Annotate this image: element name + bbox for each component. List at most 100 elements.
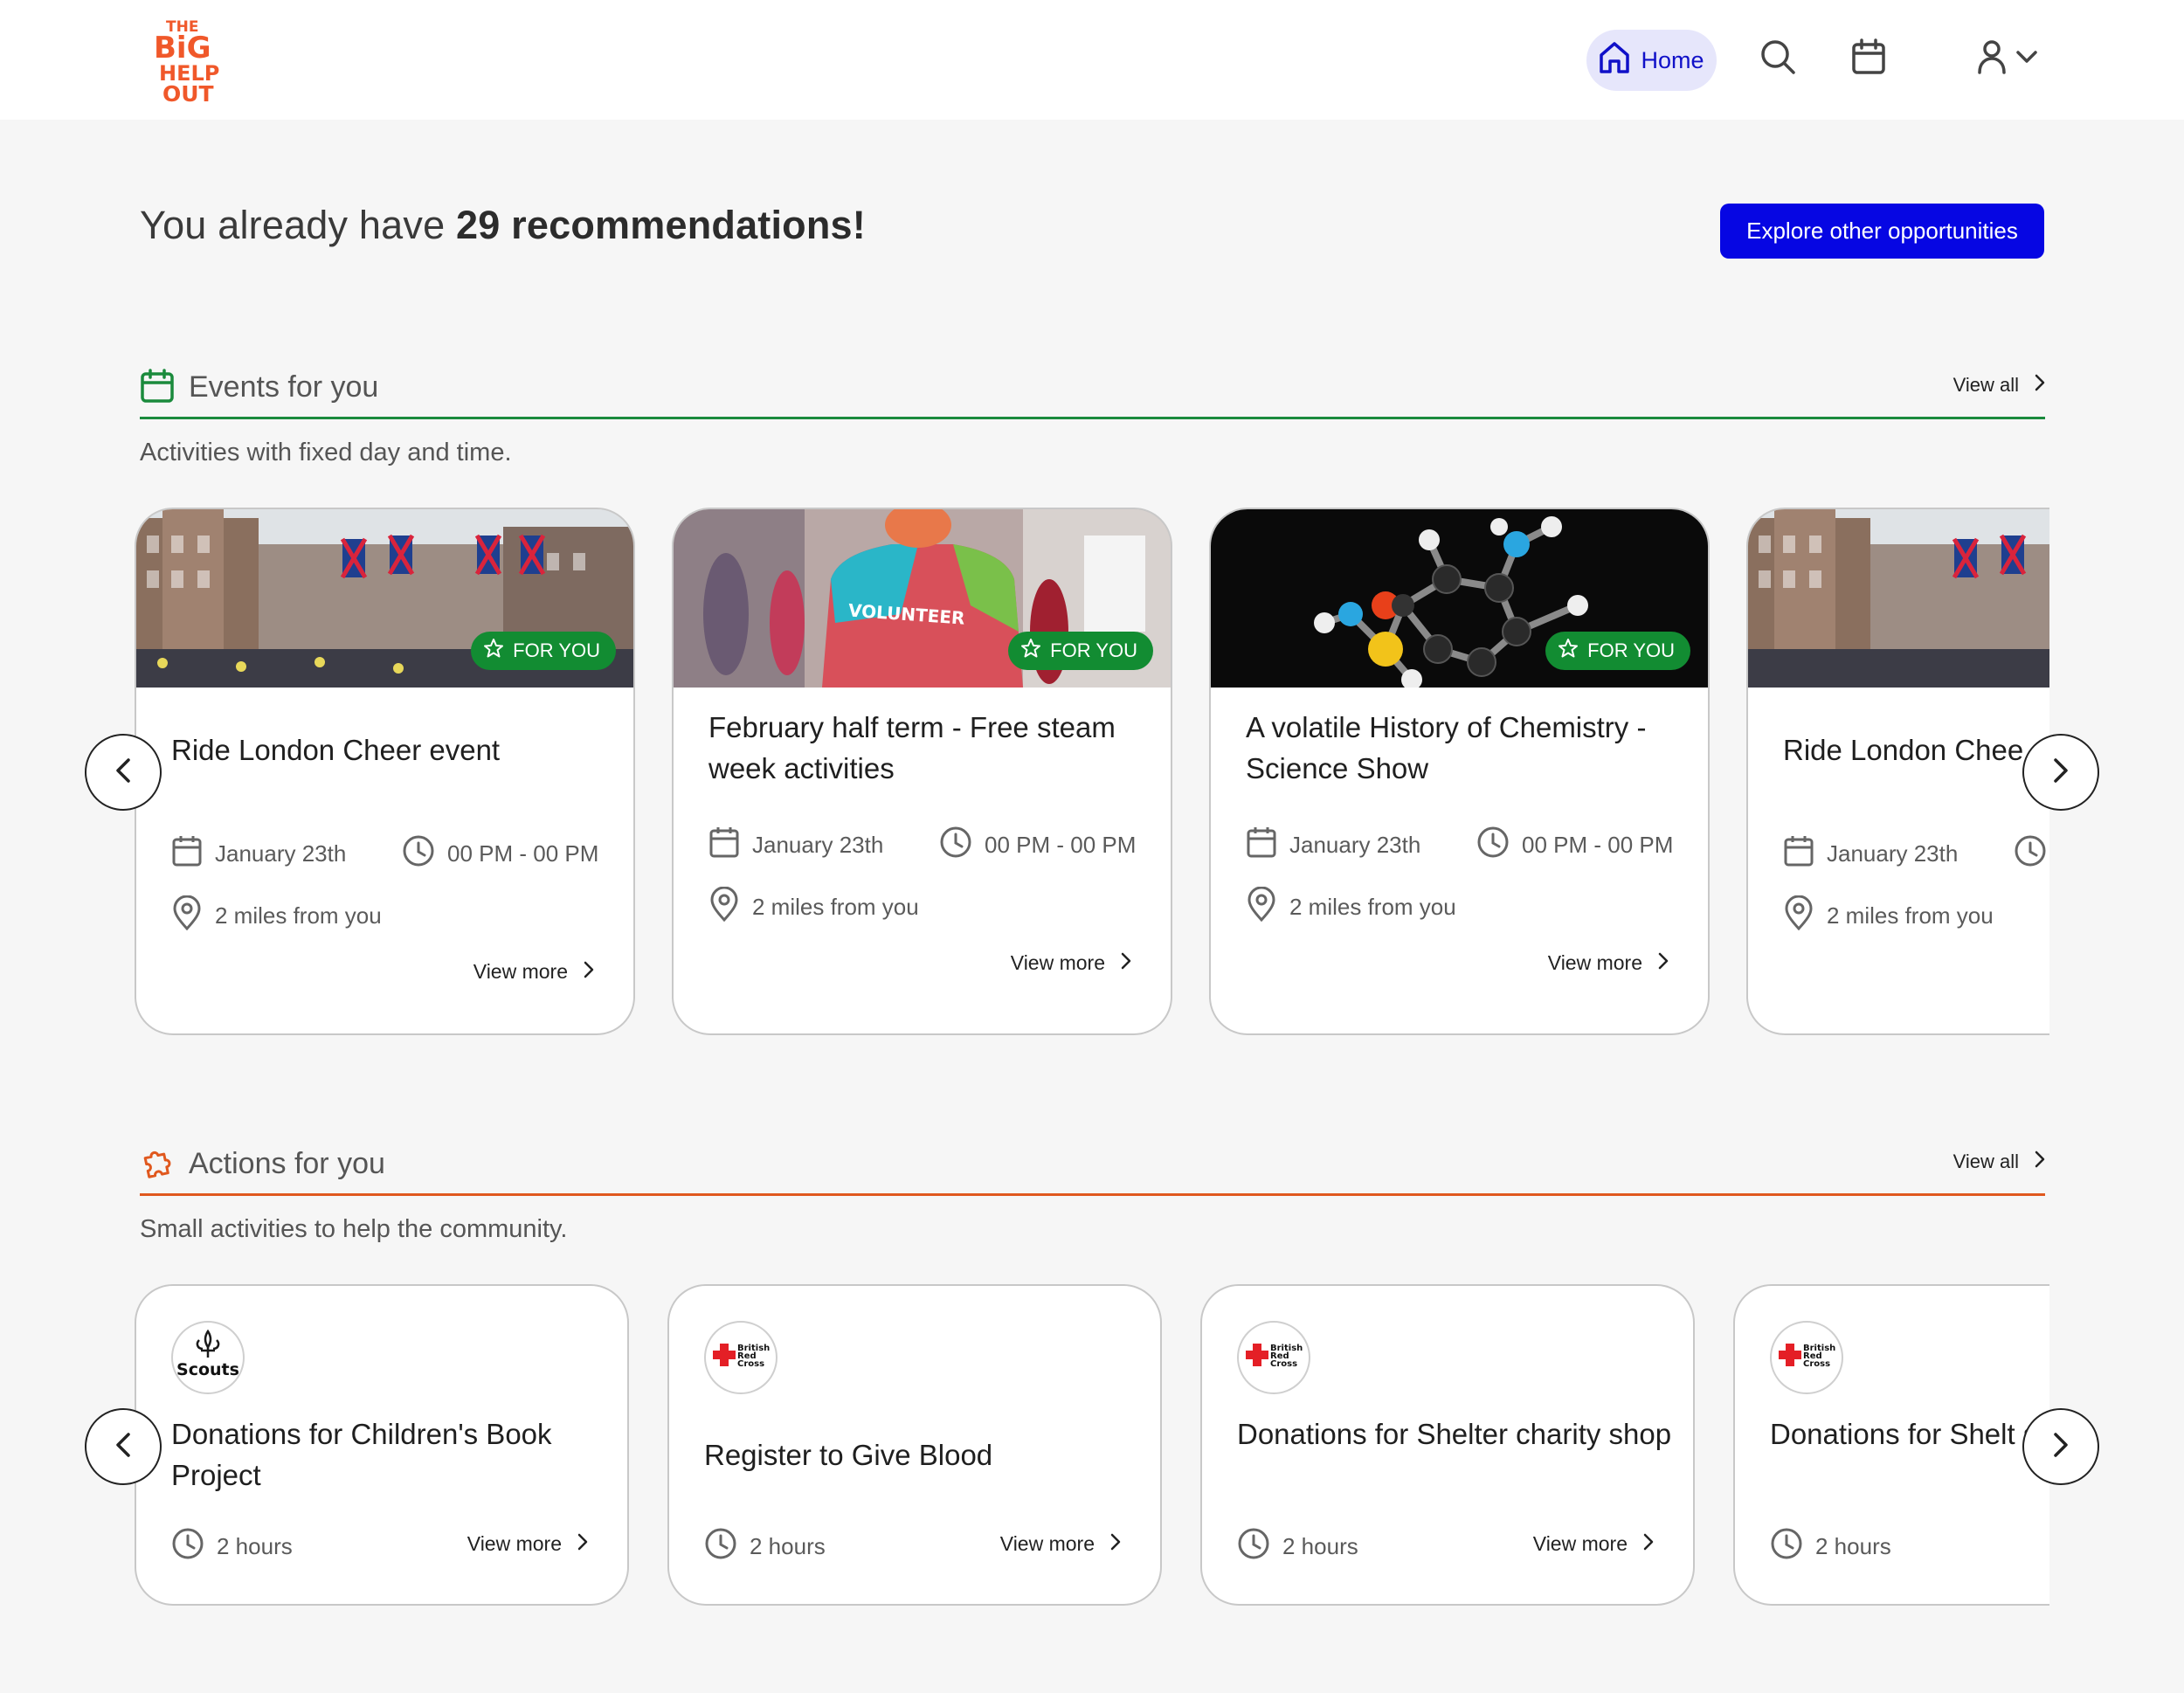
action-title: Donations for Shelt shop: [1770, 1418, 2049, 1450]
location-pin-icon: [1783, 895, 1814, 936]
recommendations-headline: You already have 29 recommendations!: [140, 203, 866, 248]
scouts-logo: Scouts: [171, 1321, 245, 1394]
action-duration-text: 2 hours: [1815, 1533, 1891, 1559]
event-distance: 2 miles from you: [1783, 895, 1994, 936]
event-distance: 2 miles from you: [708, 886, 919, 928]
event-view-more-link[interactable]: View more: [473, 960, 594, 984]
event-date: January 23th: [708, 826, 883, 865]
svg-text:Cross: Cross: [1270, 1359, 1297, 1369]
chevron-right-icon: [2052, 757, 2070, 788]
star-icon: [1020, 638, 1041, 664]
account-menu-button[interactable]: [1973, 37, 2042, 80]
event-time: 00 PM - 00 PM: [402, 834, 598, 874]
event-title: A volatile History of Chemistry - Scienc…: [1246, 711, 1647, 784]
action-duration: 2 hours: [1770, 1527, 1891, 1566]
location-pin-icon: [708, 886, 740, 928]
for-you-badge: FOR YOU: [471, 632, 616, 670]
calendar-icon: [140, 369, 175, 404]
chevron-down-icon: [2015, 50, 2038, 68]
search-icon: [1759, 38, 1796, 79]
event-distance-text: 2 miles from you: [215, 902, 382, 929]
event-distance-text: 2 miles from you: [1827, 902, 1994, 929]
action-view-more-link[interactable]: View more: [1000, 1532, 1121, 1556]
events-section-subtitle: Activities with fixed day and time.: [140, 439, 512, 466]
event-distance: 2 miles from you: [171, 895, 382, 936]
event-card[interactable]: FOR YOU Ride London Cheer event January …: [135, 508, 635, 1035]
action-card[interactable]: British Red Cross Donations for Shelter ch…: [1200, 1284, 1695, 1606]
event-view-more-link[interactable]: View more: [1548, 951, 1669, 975]
event-view-more-link[interactable]: View more: [1011, 951, 1131, 975]
action-duration-text: 2 hours: [750, 1533, 826, 1559]
event-card[interactable]: Ride London Chee January 23th 2 miles fr…: [1746, 508, 2049, 1035]
chevron-right-icon: [2052, 1432, 2070, 1462]
action-title: Donations for Children's Book Project: [171, 1418, 552, 1491]
action-title: Donations for Shelter charity shop: [1237, 1418, 1672, 1450]
headline-prefix: You already have: [140, 203, 457, 247]
action-view-more-link[interactable]: View more: [467, 1532, 588, 1556]
action-card[interactable]: British Red Cross Register to Give Blood 2…: [667, 1284, 1162, 1606]
actions-section-title: Actions for you: [189, 1147, 385, 1180]
headline-count: 29 recommendations!: [456, 203, 866, 247]
big-help-out-logo[interactable]: THE BiG HELP OUT: [154, 16, 227, 107]
action-card[interactable]: BritishRedCross Donations for Shelt shop…: [1733, 1284, 2049, 1606]
nav-home-button[interactable]: Home: [1586, 30, 1717, 91]
chevron-right-icon: [584, 960, 594, 984]
clock-icon: [2014, 834, 2047, 874]
svg-text:Cross: Cross: [737, 1359, 764, 1369]
actions-section-subtitle: Small activities to help the community.: [140, 1215, 568, 1243]
puzzle-icon: [140, 1145, 175, 1180]
nav-home-label: Home: [1641, 46, 1704, 73]
view-all-label: View all: [1952, 1151, 2019, 1172]
clock-icon: [1770, 1527, 1803, 1566]
for-you-badge: FOR YOU: [1545, 632, 1690, 670]
svg-text:BiG: BiG: [154, 31, 211, 66]
action-duration-text: 2 hours: [217, 1533, 293, 1559]
actions-view-all-link[interactable]: View all: [1953, 1151, 2045, 1173]
location-pin-icon: [1246, 886, 1277, 928]
badge-label: FOR YOU: [1050, 639, 1137, 661]
explore-opportunities-button[interactable]: Explore other opportunities: [1720, 204, 2044, 259]
view-more-label: View more: [1547, 951, 1642, 974]
actions-carousel: Scouts Donations for Children's Book Pro…: [131, 1284, 2049, 1609]
events-divider: [140, 417, 2045, 419]
chevron-right-icon: [2035, 374, 2045, 397]
event-date: January 23th: [1783, 834, 1958, 874]
events-view-all-link[interactable]: View all: [1953, 374, 2045, 397]
actions-prev-button[interactable]: [85, 1408, 162, 1485]
top-navigation-bar: THE BiG HELP OUT Home: [0, 0, 2184, 120]
actions-section-header: Actions for you View all: [140, 1140, 2045, 1196]
search-button[interactable]: [1756, 37, 1800, 80]
event-card[interactable]: VOLUNTEER FOR YOU February half term - F…: [672, 508, 1172, 1035]
clock-icon: [1237, 1527, 1270, 1566]
view-more-label: View more: [1532, 1532, 1628, 1555]
event-date-text: January 23th: [752, 832, 884, 858]
location-pin-icon: [171, 895, 203, 936]
events-prev-button[interactable]: [85, 734, 162, 811]
event-time-text: 00 PM - 00 PM: [447, 840, 599, 867]
action-view-more-link[interactable]: View more: [1533, 1532, 1654, 1556]
clock-icon: [939, 826, 972, 865]
action-card[interactable]: Scouts Donations for Children's Book Pro…: [135, 1284, 629, 1606]
british-red-cross-logo: British Red Cross: [704, 1321, 778, 1394]
calendar-icon: [1851, 38, 1886, 79]
calendar-icon: [1783, 834, 1814, 874]
event-date: January 23th: [1246, 826, 1420, 865]
event-title: Ride London Cheer event: [171, 734, 501, 766]
events-next-button[interactable]: [2022, 734, 2099, 811]
view-all-label: View all: [1952, 374, 2019, 396]
event-card[interactable]: FOR YOU A volatile History of Chemistry …: [1209, 508, 1710, 1035]
event-time-text: 00 PM - 00 PM: [985, 832, 1137, 858]
event-time: 00 PM - 00 PM: [939, 826, 1136, 865]
calendar-icon: [708, 826, 740, 865]
badge-label: FOR YOU: [513, 639, 600, 661]
event-date-text: January 23th: [1289, 832, 1421, 858]
event-title: February half term - Free steam week act…: [708, 711, 1116, 784]
actions-next-button[interactable]: [2022, 1408, 2099, 1485]
events-carousel: FOR YOU Ride London Cheer event January …: [131, 508, 2049, 1039]
for-you-badge: FOR YOU: [1008, 632, 1153, 670]
svg-text:Cross: Cross: [1803, 1359, 1830, 1369]
events-section-title: Events for you: [189, 370, 379, 404]
british-red-cross-logo: British Red Cross: [1770, 1321, 1843, 1394]
svg-text:OUT: OUT: [162, 81, 214, 105]
calendar-button[interactable]: [1847, 37, 1890, 80]
